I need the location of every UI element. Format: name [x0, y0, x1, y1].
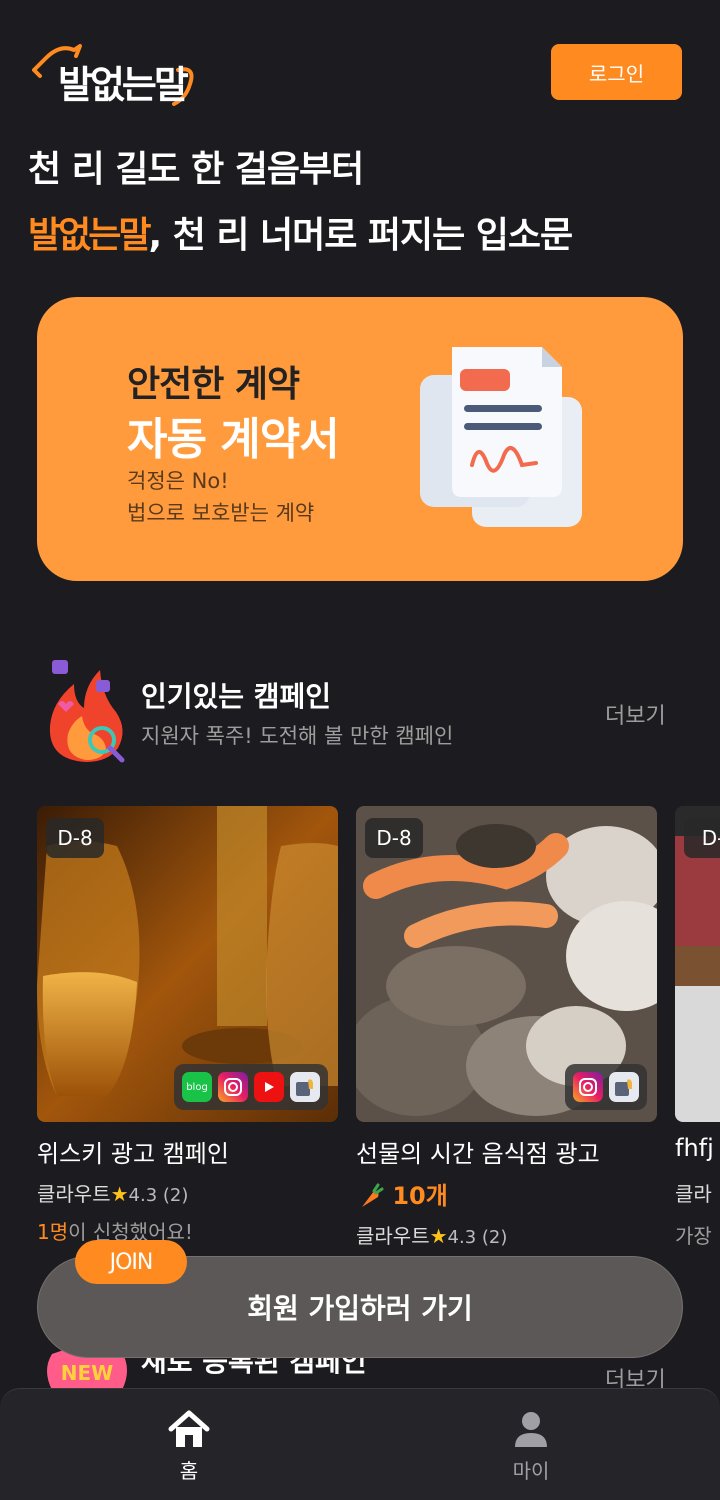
dday-badge: D-8 — [365, 818, 423, 858]
dday-badge: D- — [684, 818, 720, 858]
platform-icons: blog — [174, 1064, 328, 1110]
brand-name: 클라우트 — [37, 1182, 111, 1206]
contract-promo-banner[interactable]: 안전한 계약 자동 계약서 걱정은 No! 법으로 보호받는 계약 — [37, 297, 683, 581]
star-icon: ★ — [429, 1224, 448, 1248]
campaign-info: 가장 — [675, 1224, 712, 1248]
campaign-brand-rating: 클라우트★4.3 (2) — [356, 1220, 507, 1249]
contract-document-icon — [420, 347, 582, 527]
campaign-thumbnail: D-8 blog — [37, 806, 338, 1122]
rating-value: 4.3 (2) — [447, 1227, 508, 1248]
platform-icons — [565, 1064, 647, 1110]
login-button[interactable]: 로그인 — [551, 44, 682, 100]
join-badge: JOIN — [75, 1240, 187, 1284]
home-icon — [168, 1410, 210, 1447]
join-cta-label: 회원 가입하러 가기 — [247, 1292, 473, 1325]
banner-title: 안전한 계약 — [127, 364, 300, 405]
youtube-icon — [254, 1072, 284, 1102]
banner-headline: 자동 계약서 — [127, 414, 340, 465]
campaign-card[interactable]: D- fhfj 클라 가장 — [675, 806, 720, 1266]
banner-subtitle-2: 법으로 보호받는 계약 — [127, 501, 315, 525]
hero-headline-1: 천 리 길도 한 걸음부터 — [28, 149, 364, 190]
instagram-icon — [218, 1072, 248, 1102]
app-header: 발없는말 로그인 — [0, 0, 720, 120]
blog-icon: blog — [182, 1072, 212, 1102]
campaign-thumbnail: D- — [675, 806, 720, 1122]
star-icon: ★ — [110, 1182, 129, 1206]
carrot-icon — [362, 1183, 384, 1207]
logo-text: 발없는말 — [58, 63, 189, 107]
reward-count: 10개 — [392, 1182, 448, 1210]
popular-section-subtitle: 지원자 폭주! 도전해 볼 만한 캠페인 — [141, 724, 454, 748]
brand-name: 클라 — [675, 1182, 712, 1206]
campaign-thumbnail: D-8 — [356, 806, 657, 1122]
new-badge-text: NEW — [61, 1361, 113, 1385]
campaign-card[interactable]: D-8 blog 위스키 광고 캠페인 클라우트★4.3 (2) 1명이 신청했… — [37, 806, 338, 1244]
instagram-icon — [573, 1072, 603, 1102]
popular-section-title: 인기있는 캠페인 — [141, 680, 332, 713]
brand-name: 클라우트 — [356, 1224, 430, 1248]
review-icon — [290, 1072, 320, 1102]
fire-icon — [49, 660, 125, 763]
nav-home[interactable]: 홈 — [129, 1409, 249, 1484]
app-logo[interactable]: 발없는말 — [30, 40, 200, 112]
nav-my[interactable]: 마이 — [471, 1409, 591, 1484]
nav-my-label: 마이 — [512, 1459, 550, 1483]
person-icon — [515, 1412, 547, 1447]
hero-brand-text: 발없는말 — [28, 215, 151, 256]
bottom-navigation: 홈 마이 — [0, 1388, 720, 1500]
campaign-brand-rating: 클라우트★4.3 (2) — [37, 1178, 188, 1207]
banner-subtitle-1: 걱정은 No! — [127, 469, 229, 493]
dday-badge: D-8 — [46, 818, 104, 858]
campaign-title: fhfj — [675, 1134, 714, 1162]
reward-line: 10개 — [356, 1176, 448, 1211]
review-icon — [609, 1072, 639, 1102]
rating-value: 4.3 (2) — [128, 1185, 189, 1206]
hero-headline-2: 발없는말, 천 리 너머로 퍼지는 입소문 — [28, 206, 573, 258]
hero-headline-rest: , 천 리 너머로 퍼지는 입소문 — [148, 215, 573, 256]
popular-more-link[interactable]: 더보기 — [605, 698, 666, 730]
applicant-number: 1명 — [37, 1220, 69, 1244]
nav-home-label: 홈 — [179, 1459, 199, 1483]
campaign-title: 위스키 광고 캠페인 — [37, 1140, 229, 1168]
campaign-title: 선물의 시간 음식점 광고 — [356, 1140, 600, 1168]
campaign-card[interactable]: D-8 선물의 시간 음식점 광고 10개 클라우트★4.3 (2) — [356, 806, 657, 1248]
